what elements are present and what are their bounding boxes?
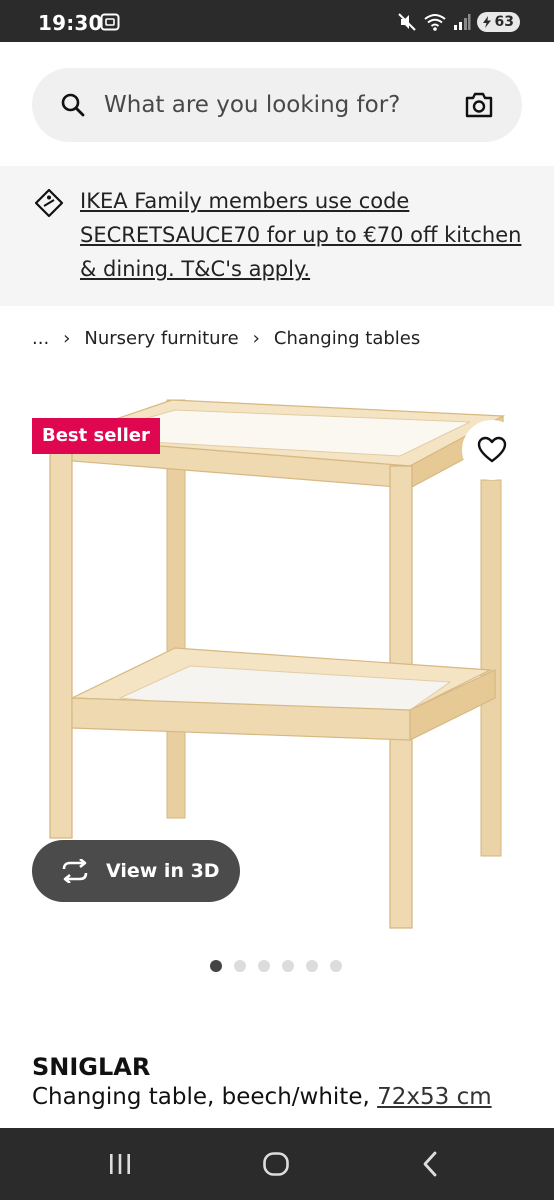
status-bar: 19:30 63 (0, 0, 554, 42)
carousel-dot[interactable] (234, 960, 246, 972)
status-icons: 63 (397, 11, 520, 33)
view-in-3d-button[interactable]: View in 3D (32, 840, 240, 902)
carousel-dot[interactable] (306, 960, 318, 972)
breadcrumb: ... › Nursery furniture › Changing table… (32, 325, 420, 351)
carousel-dot[interactable] (330, 960, 342, 972)
carousel-dot[interactable] (282, 960, 294, 972)
breadcrumb-item-nursery-furniture[interactable]: Nursery furniture (84, 328, 238, 349)
product-size-link[interactable]: 72x53 cm (377, 1084, 492, 1110)
breadcrumb-ellipsis[interactable]: ... (32, 328, 49, 349)
status-time: 19:30 (38, 11, 103, 35)
favourite-button[interactable] (462, 420, 522, 480)
chevron-right-icon: › (63, 327, 71, 349)
mute-icon (397, 13, 416, 31)
battery-icon: 63 (476, 12, 520, 32)
screenshot-icon (100, 13, 120, 31)
home-icon[interactable] (256, 1148, 296, 1180)
promo-banner[interactable]: IKEA Family members use code SECRETSAUCE… (0, 166, 554, 306)
search-input[interactable] (104, 86, 444, 124)
rotate-3d-icon (62, 859, 88, 883)
chevron-right-icon: › (252, 327, 260, 349)
product-description-text: Changing table, beech/white, (32, 1084, 370, 1110)
carousel-dot[interactable] (210, 960, 222, 972)
promo-text[interactable]: IKEA Family members use code SECRETSAUCE… (80, 184, 530, 286)
carousel-dot[interactable] (258, 960, 270, 972)
best-seller-badge: Best seller (32, 418, 160, 454)
search-icon[interactable] (60, 92, 86, 118)
search-bar[interactable] (32, 68, 522, 142)
recent-apps-icon[interactable] (100, 1148, 140, 1180)
view-in-3d-label: View in 3D (106, 860, 220, 882)
battery-level: 63 (494, 14, 514, 30)
signal-icon (453, 14, 471, 30)
breadcrumb-item-changing-tables[interactable]: Changing tables (274, 328, 420, 349)
back-icon[interactable] (410, 1148, 450, 1180)
heart-icon (477, 436, 507, 463)
wifi-icon (423, 14, 446, 31)
product-description: Changing table, beech/white, 72x53 cm (32, 1084, 492, 1110)
system-nav-bar (0, 1128, 554, 1200)
tag-icon (34, 188, 64, 218)
product-name: SNIGLAR (32, 1053, 151, 1081)
camera-icon[interactable] (464, 91, 494, 119)
image-carousel-dots[interactable] (210, 960, 342, 974)
